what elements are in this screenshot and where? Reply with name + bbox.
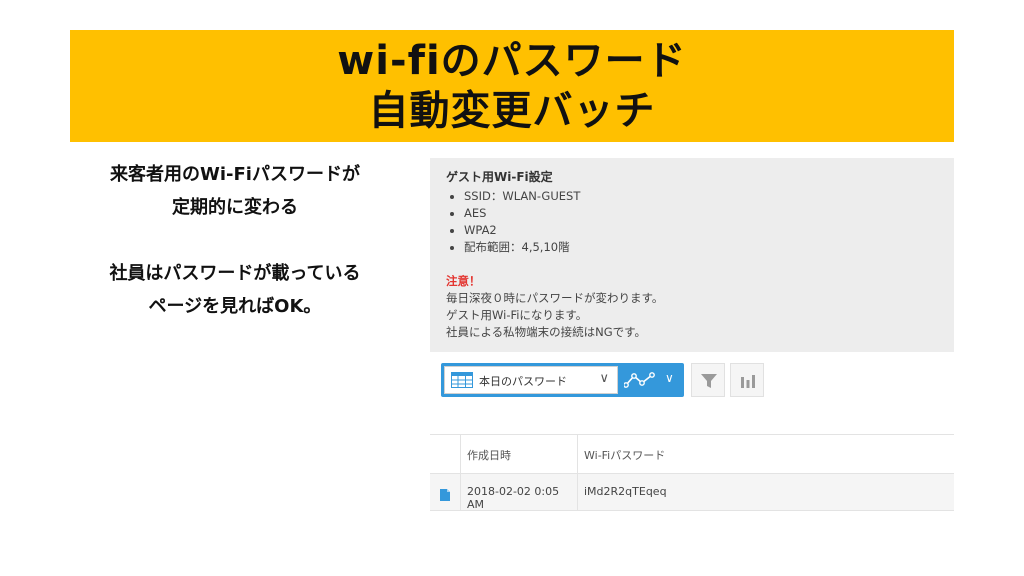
notice-block: 注意！ 毎日深夜０時にパスワードが変わります。 ゲスト用Wi-Fiになります。 … <box>446 273 663 341</box>
filter-button[interactable] <box>691 363 725 397</box>
header-blank <box>430 435 460 473</box>
graph-chevron-down-icon[interactable]: ∨ <box>665 371 674 385</box>
header-password-label: Wi-Fiパスワード <box>584 449 666 462</box>
document-icon[interactable] <box>440 486 450 505</box>
view-dropdown-label: 本日のパスワード <box>479 375 567 388</box>
description-line4: ページを見ればOK。 <box>148 296 322 317</box>
cell-created: 2018-02-02 0:05 AM <box>460 474 578 511</box>
chevron-down-icon: ∨ <box>599 371 609 386</box>
banner-title-line1: wi-fiのパスワード <box>337 38 687 84</box>
info-item-security: WPA2 <box>464 222 580 239</box>
table-row: 2018-02-02 0:05 AM iMd2R2qTEqeq <box>430 474 954 511</box>
note-line3: 社員による私物端末の接続はNGです。 <box>446 325 647 339</box>
description-line2: 定期的に変わる <box>172 197 298 218</box>
view-selector: 本日のパスワード ∨ ∨ <box>441 363 684 397</box>
info-item-range: 配布範囲：4,5,10階 <box>464 239 580 256</box>
title-banner: wi-fiのパスワード 自動変更バッチ <box>70 30 954 142</box>
info-list: SSID：WLAN-GUEST AES WPA2 配布範囲：4,5,10階 <box>446 188 580 256</box>
password-value: iMd2R2qTEqeq <box>584 485 667 498</box>
info-item-encryption: AES <box>464 205 580 222</box>
record-table: 作成日時 Wi-Fiパスワード 2018-02-02 0:05 AM iMd2R… <box>430 434 954 511</box>
header-created[interactable]: 作成日時 <box>460 435 578 473</box>
info-item-ssid: SSID：WLAN-GUEST <box>464 188 580 205</box>
table-view-icon <box>451 372 473 392</box>
created-value: 2018-02-02 0:05 AM <box>467 485 560 511</box>
graph-icon[interactable] <box>623 372 656 392</box>
cell-password: iMd2R2qTEqeq <box>577 474 954 510</box>
info-title: ゲスト用Wi-Fi設定 <box>446 170 553 184</box>
warning-label: 注意！ <box>446 274 481 288</box>
description-text: 来客者用のWi-Fiパスワードが 定期的に変わる 社員はパスワードが載っている … <box>70 158 400 323</box>
table-header: 作成日時 Wi-Fiパスワード <box>430 434 954 474</box>
view-dropdown[interactable]: 本日のパスワード ∨ <box>444 366 618 394</box>
note-line2: ゲスト用Wi-Fiになります。 <box>446 308 588 322</box>
info-panel: ゲスト用Wi-Fi設定 SSID：WLAN-GUEST AES WPA2 配布範… <box>430 158 954 352</box>
note-line1: 毎日深夜０時にパスワードが変わります。 <box>446 291 664 305</box>
banner-title-line2: 自動変更バッチ <box>368 88 656 134</box>
chart-button[interactable] <box>730 363 764 397</box>
description-line3: 社員はパスワードが載っている <box>109 263 361 284</box>
header-created-label: 作成日時 <box>467 449 511 462</box>
header-password[interactable]: Wi-Fiパスワード <box>577 435 954 473</box>
row-detail[interactable] <box>430 474 460 510</box>
description-line1: 来客者用のWi-Fiパスワードが <box>110 164 360 185</box>
